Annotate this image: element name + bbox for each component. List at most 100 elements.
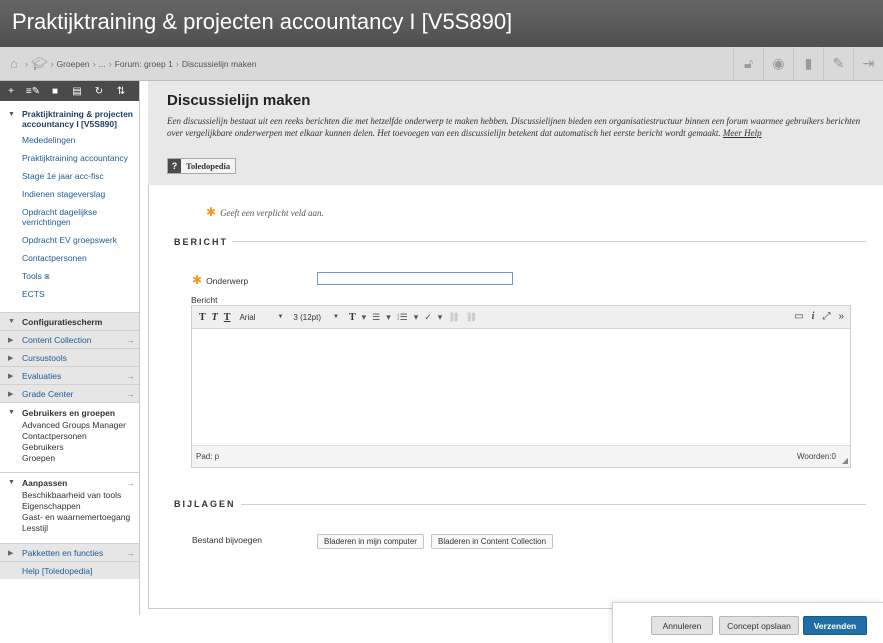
triangle-right-icon: ▶ (8, 372, 14, 380)
customize-header[interactable]: ▼ Aanpassen → (0, 475, 139, 490)
edit-icon[interactable]: ≡✎ (22, 81, 44, 101)
breadcrumb-item-ellipsis[interactable]: ... (99, 59, 106, 69)
caret-down-icon[interactable]: ▾ (438, 312, 443, 323)
arrow-right-icon: → (126, 370, 135, 381)
nav-sub-gebruikers[interactable]: Gebruikers (0, 442, 139, 453)
browse-content-collection-button[interactable]: Bladeren in Content Collection (431, 534, 554, 549)
folder-icon[interactable]: ■ (44, 81, 66, 101)
word-count: Woorden:0 (797, 452, 836, 461)
page-description: Een discussielijn bestaat uit een reeks … (167, 115, 867, 139)
caret-down-icon[interactable]: ▾ (386, 312, 391, 323)
users-groups-label: Gebruikers en groepen (22, 407, 116, 418)
nav-link-mededelingen[interactable]: Mededelingen (0, 135, 139, 145)
nav-section-help[interactable]: Help [Toledopedia] (0, 561, 139, 579)
nav-link-dagelijkse-verrichtingen[interactable]: Opdracht dagelijkse verrichtingen (0, 207, 110, 227)
breadcrumb: ⌂ › 🎓︎ › Groepen › ... › Forum: groep 1 … (0, 47, 883, 81)
subject-input[interactable] (317, 272, 513, 285)
triangle-right-icon: ▶ (8, 336, 14, 344)
message-textarea[interactable] (192, 329, 850, 445)
nav-link-praktijktraining[interactable]: Praktijktraining accountancy (0, 153, 139, 163)
nav-sub-gasttoegang[interactable]: Gast- en waarnemertoegang (0, 512, 139, 523)
save-draft-button[interactable]: Concept opslaan (719, 616, 799, 635)
caret-down-icon[interactable]: ▾ (414, 312, 419, 323)
triangle-down-icon: ▼ (8, 111, 15, 118)
section-divider (241, 504, 866, 505)
control-panel-header[interactable]: ▼ Configuratiescherm (0, 312, 139, 330)
nav-sub-advanced-groups[interactable]: Advanced Groups Manager (0, 420, 139, 431)
nav-link-stageverslag[interactable]: Indienen stageverslag (0, 189, 139, 199)
course-menu-title[interactable]: ▼ Praktijktraining & projecten accountan… (0, 101, 139, 135)
font-size-select[interactable]: 3 (12pt) ▼ (293, 313, 339, 322)
font-family-select[interactable]: Arial ▼ (239, 313, 283, 322)
resize-handle-icon[interactable]: ◢ (842, 456, 848, 465)
triangle-down-icon: ▼ (8, 318, 15, 325)
caret-down-icon[interactable]: ▾ (362, 312, 367, 323)
toledopedia-button[interactable]: ? Toledopedia (167, 158, 237, 174)
editor-path: Pad: p (196, 452, 220, 461)
question-icon: ? (168, 159, 181, 173)
page-header: Discussielijn maken Een discussielijn be… (148, 81, 883, 185)
numbered-list-icon[interactable]: ⁝☰ (397, 312, 408, 323)
nav-section-label: Help [Toledopedia] (22, 565, 93, 576)
breadcrumb-item-groepen[interactable]: Groepen (57, 59, 90, 69)
nav-link-contactpersonen[interactable]: Contactpersonen (0, 253, 139, 263)
course-menu: + ≡✎ ■ ▤ ↻ ⇅ ▼ Praktijktraining & projec… (0, 81, 140, 615)
submit-button[interactable]: Verzenden (803, 616, 867, 635)
users-groups-header[interactable]: ▼ Gebruikers en groepen (0, 405, 139, 420)
text-color-icon[interactable]: T (349, 312, 356, 323)
nav-section-content-collection[interactable]: ▶ Content Collection → (0, 330, 139, 348)
nav-section-grade-center[interactable]: ▶ Grade Center → (0, 384, 139, 402)
text-format-icon[interactable]: T (199, 312, 206, 323)
breadcrumb-item-forum[interactable]: Forum: groep 1 (115, 59, 173, 69)
graduation-cap-icon[interactable]: 🎓︎ (31, 56, 48, 72)
sort-icon[interactable]: ⇅ (110, 81, 132, 101)
message-section-title: BERICHT (174, 237, 228, 247)
nav-section-label: Pakketten en functies (22, 547, 104, 558)
link-icon[interactable]: ⛓ (448, 312, 459, 323)
home-icon[interactable]: ⌂ (6, 56, 22, 71)
underline-format-icon[interactable]: T (224, 312, 231, 323)
cancel-button[interactable]: Annuleren (651, 616, 713, 635)
nav-sub-beschikbaarheid[interactable]: Beschikbaarheid van tools (0, 490, 139, 501)
exit-icon[interactable]: ⇥ (853, 47, 883, 80)
expand-toolbar-icon[interactable]: » (838, 311, 844, 322)
nav-link-tools[interactable]: Tools ⧆ (0, 271, 139, 281)
fullscreen-icon[interactable]: ⤢ (822, 311, 830, 322)
nav-sub-contactpersonen[interactable]: Contactpersonen (0, 431, 139, 442)
editor-toolbar-right: ▭ i ⤢ » (794, 311, 844, 322)
unlink-icon[interactable]: ⛓ (466, 312, 477, 323)
nav-section-evaluaties[interactable]: ▶ Evaluaties → (0, 366, 139, 384)
nav-link-groepswerk[interactable]: Opdracht EV groepswerk (0, 235, 139, 245)
browse-computer-button[interactable]: Bladeren in mijn computer (317, 534, 424, 549)
plus-icon[interactable]: + (0, 81, 22, 101)
nav-sub-groepen[interactable]: Groepen (0, 453, 139, 464)
lock-icon[interactable]: 🔓︎ (733, 47, 763, 80)
caret-down-icon: ▼ (277, 314, 284, 320)
eye-icon[interactable]: ◉ (763, 47, 793, 80)
info-icon[interactable]: i (812, 311, 815, 322)
triangle-right-icon: ▶ (8, 354, 14, 362)
pencil-icon[interactable]: ✎ (823, 47, 853, 80)
triangle-down-icon: ▼ (8, 409, 15, 416)
nav-section-cursustools[interactable]: ▶ Cursustools (0, 348, 139, 366)
spellcheck-icon[interactable]: ✓ (424, 312, 432, 323)
books-icon[interactable]: ▮ (793, 47, 823, 80)
nav-link-ects[interactable]: ECTS (0, 289, 139, 299)
preview-icon[interactable]: ▭ (794, 311, 803, 322)
list-icon[interactable]: ▤ (66, 81, 88, 101)
editor-toolbar: T T T Arial ▼ 3 (12pt) ▼ T ▾ ☰ ▾ ⁝☰ ▾ ✓ … (192, 306, 850, 329)
nav-sub-lesstijl[interactable]: Lesstijl (0, 523, 139, 534)
nav-sub-eigenschappen[interactable]: Eigenschappen (0, 501, 139, 512)
main-content: Discussielijn maken Een discussielijn be… (148, 81, 883, 643)
nav-link-stage[interactable]: Stage 1e jaar acc-fisc (0, 171, 139, 181)
bullet-list-icon[interactable]: ☰ (372, 312, 380, 323)
nav-section-packages[interactable]: ▶ Pakketten en functies → (0, 543, 139, 561)
refresh-icon[interactable]: ↻ (88, 81, 110, 101)
italic-format-icon[interactable]: T (212, 312, 218, 323)
required-star-icon: ✱ (192, 273, 203, 287)
nav-section-label: Content Collection (22, 334, 92, 345)
more-help-link[interactable]: Meer Help (723, 128, 762, 138)
form-action-bar: Annuleren Concept opslaan Verzenden (612, 602, 883, 643)
required-note: ✱ Geeft een verplicht veld aan. (206, 205, 324, 220)
triangle-right-icon: ▶ (8, 390, 14, 398)
